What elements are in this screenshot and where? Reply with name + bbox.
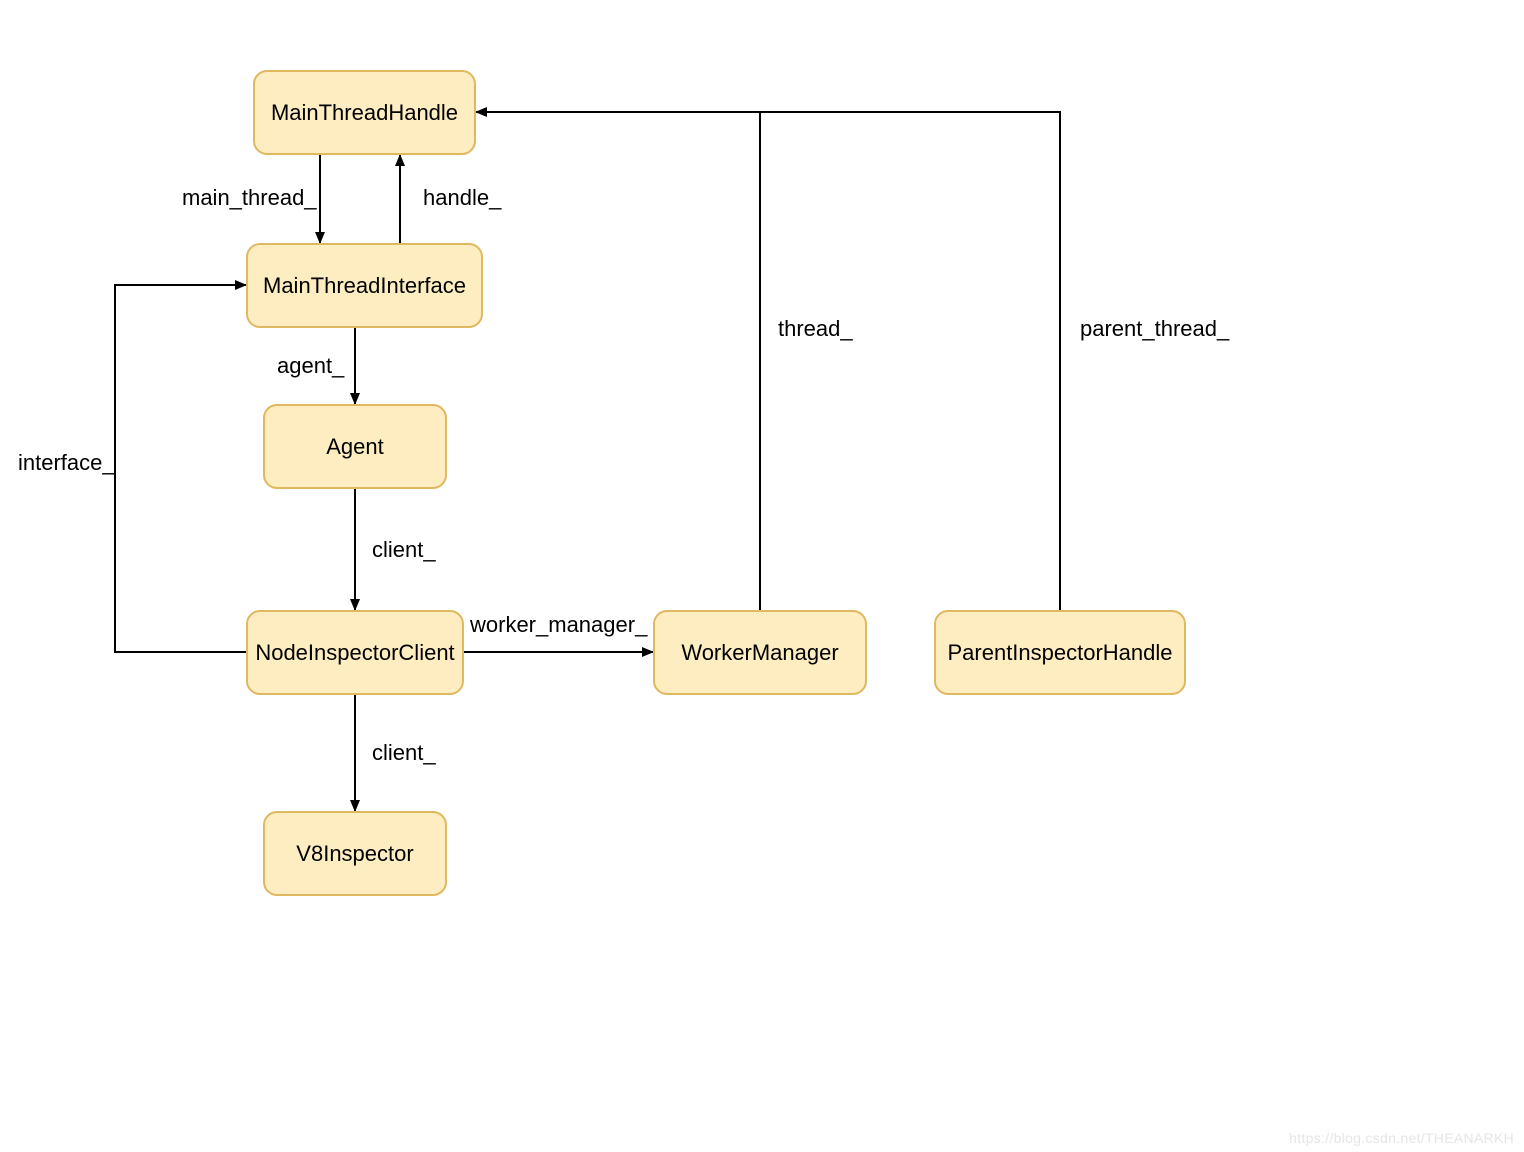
diagram-arrows <box>0 0 1524 1152</box>
node-worker-manager: WorkerManager <box>653 610 867 695</box>
node-agent: Agent <box>263 404 447 489</box>
label-interface: interface_ <box>18 450 115 476</box>
label-client-2: client_ <box>372 740 436 766</box>
node-parent-inspector-handle: ParentInspectorHandle <box>934 610 1186 695</box>
label-main-thread: main_thread_ <box>182 185 317 211</box>
node-main-thread-handle: MainThreadHandle <box>253 70 476 155</box>
label-thread: thread_ <box>778 316 853 342</box>
node-v8-inspector: V8Inspector <box>263 811 447 896</box>
node-main-thread-interface: MainThreadInterface <box>246 243 483 328</box>
watermark-text: https://blog.csdn.net/THEANARKH <box>1289 1130 1514 1146</box>
label-worker-manager: worker_manager_ <box>470 612 647 638</box>
label-client-1: client_ <box>372 537 436 563</box>
label-agent: agent_ <box>277 353 344 379</box>
node-node-inspector-client: NodeInspectorClient <box>246 610 464 695</box>
label-parent-thread: parent_thread_ <box>1080 316 1229 342</box>
label-handle: handle_ <box>423 185 501 211</box>
